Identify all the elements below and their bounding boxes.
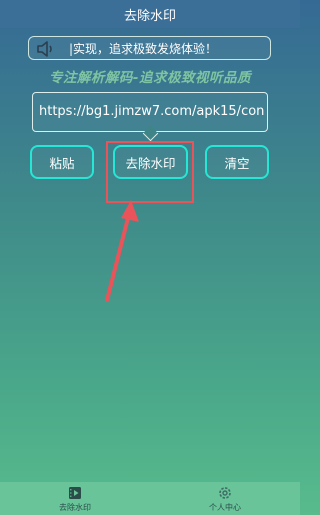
video-icon: [69, 487, 81, 499]
announcement-marquee: |实现，追求极致发烧体验！: [28, 36, 271, 60]
clear-button[interactable]: 清空: [205, 145, 269, 179]
tab-remove-watermark[interactable]: 去除水印: [0, 482, 150, 515]
speaker-icon: [37, 41, 52, 57]
title-bar: 去除水印: [0, 0, 300, 28]
bottom-tab-bar: 去除水印 个人中心: [0, 482, 300, 515]
marquee-text: |实现，追求极致发烧体验！: [69, 42, 218, 56]
paste-button[interactable]: 粘贴: [30, 145, 94, 179]
tab-personal-center[interactable]: 个人中心: [150, 482, 300, 515]
gear-icon: [219, 487, 231, 499]
annotation-arrow: [105, 200, 139, 302]
slogan-text: 专注解析解码-追求极致视听品质: [48, 70, 252, 86]
page-title: 去除水印: [123, 8, 176, 24]
tab-label: 个人中心: [209, 503, 241, 512]
url-input[interactable]: [33, 93, 267, 130]
tab-label: 去除水印: [59, 503, 91, 512]
